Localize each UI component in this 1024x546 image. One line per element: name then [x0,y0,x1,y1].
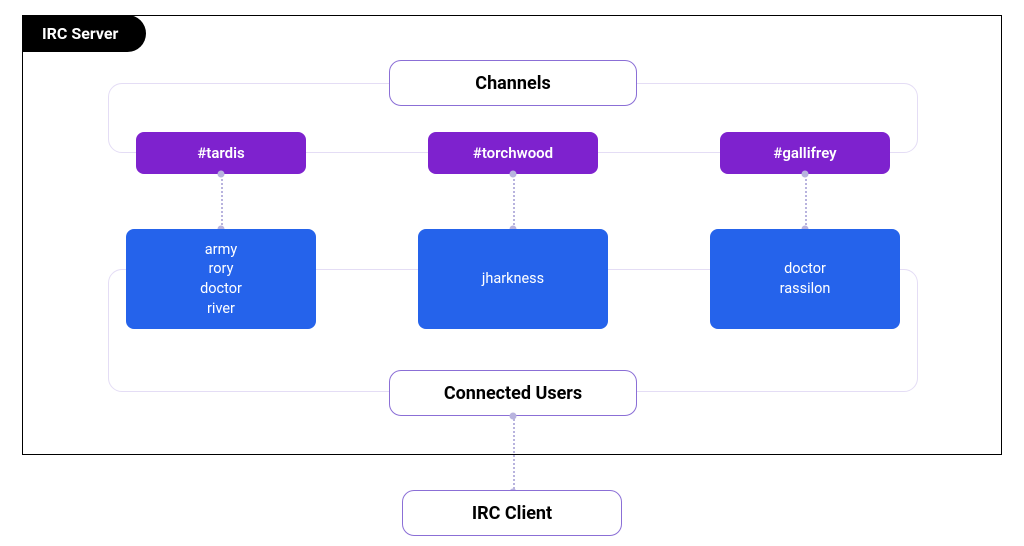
channel-tardis: #tardis [136,132,306,174]
connector [805,174,807,229]
connector [221,174,223,229]
users-torchwood: jharkness [418,229,608,329]
connector [513,174,515,229]
connector-dot [802,171,809,178]
connected-users-label: Connected Users [389,370,637,416]
channel-label: #tardis [197,144,244,162]
channel-torchwood: #torchwood [428,132,598,174]
users-gallifrey: doctor rassilon [710,229,900,329]
channel-gallifrey: #gallifrey [720,132,890,174]
users-list: jharkness [482,269,544,289]
connector [513,416,515,492]
connector-dot [510,171,517,178]
irc-server-box: IRC Server Channels #tardis #torchwood #… [22,15,1002,455]
users-list: army rory doctor river [200,240,242,318]
users-tardis: army rory doctor river [126,229,316,329]
channel-label: #torchwood [473,144,553,162]
channels-label: Channels [389,60,637,106]
users-list: doctor rassilon [780,259,831,298]
irc-client-label: IRC Client [402,490,622,536]
connector-dot [510,413,517,420]
irc-server-label: IRC Server [22,15,146,52]
channel-label: #gallifrey [773,144,836,162]
connector-dot [218,171,225,178]
